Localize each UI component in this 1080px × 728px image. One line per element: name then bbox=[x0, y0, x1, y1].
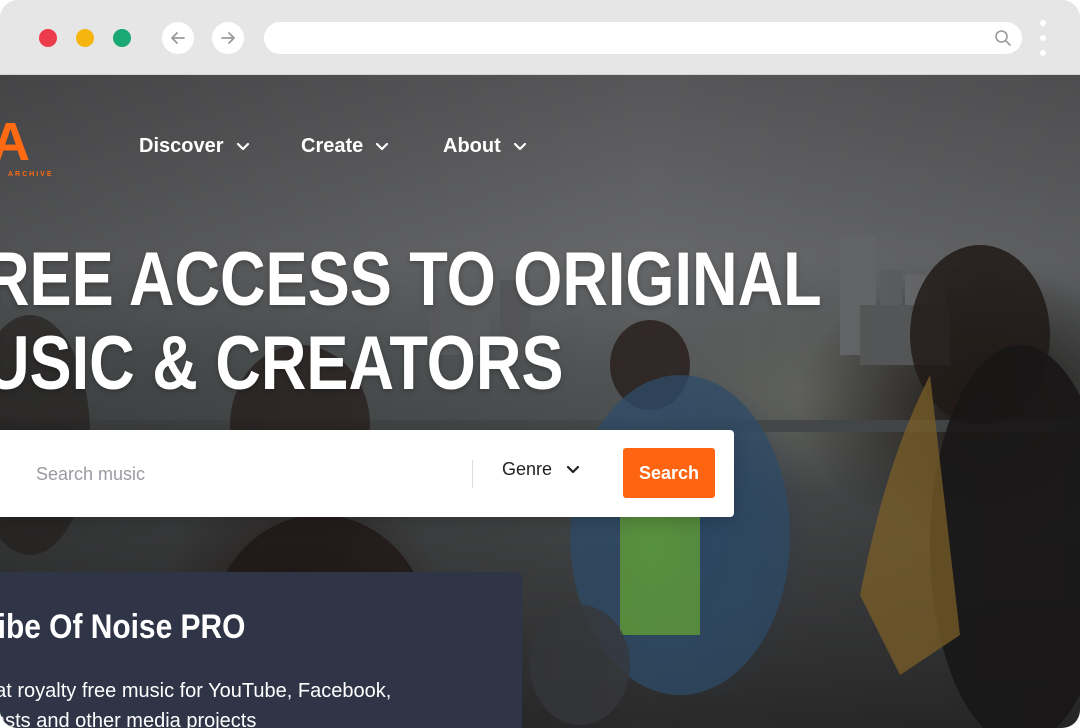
chevron-down-icon bbox=[513, 142, 526, 150]
logo-mark: IA bbox=[0, 112, 30, 172]
nav-item-create[interactable]: Create bbox=[301, 135, 389, 158]
logo-subtext: ARCHIVE bbox=[8, 171, 54, 178]
forward-button[interactable] bbox=[212, 22, 244, 54]
promo-card-text-line-2: casts and other media projects bbox=[0, 710, 257, 728]
nav-item-label: Create bbox=[301, 135, 364, 157]
genre-dropdown[interactable]: Genre bbox=[502, 459, 580, 480]
site-logo[interactable]: IA ARCHIVE bbox=[0, 112, 70, 178]
promo-card-text: eat royalty free music for YouTube, Face… bbox=[0, 676, 424, 728]
hero-headline-line-1: REE ACCESS TO ORIGINAL bbox=[0, 237, 822, 322]
chevron-down-icon bbox=[566, 465, 580, 473]
back-button[interactable] bbox=[162, 22, 194, 54]
music-search-form: Genre Search bbox=[0, 430, 734, 517]
chevron-down-icon bbox=[236, 142, 249, 150]
hero-headline-line-2: USIC & CREATORS bbox=[0, 321, 564, 406]
search-music-input[interactable] bbox=[34, 452, 458, 496]
nav-item-label: Discover bbox=[139, 135, 224, 157]
nav-item-discover[interactable]: Discover bbox=[139, 135, 250, 158]
kebab-menu-icon[interactable] bbox=[1036, 20, 1050, 56]
promo-card-title: ribe Of Noise PRO bbox=[0, 608, 246, 646]
hero-section: IA ARCHIVE Discover Create About REE ACC… bbox=[0, 75, 1080, 728]
promo-card-text-line-1: eat royalty free music for YouTube, Face… bbox=[0, 680, 392, 702]
nav-item-label: About bbox=[443, 135, 501, 157]
close-window-button[interactable] bbox=[39, 29, 57, 47]
address-bar[interactable] bbox=[264, 22, 1022, 56]
nav-item-about[interactable]: About bbox=[443, 135, 527, 158]
search-button[interactable]: Search bbox=[623, 448, 715, 498]
genre-dropdown-label: Genre bbox=[502, 459, 553, 479]
chevron-down-icon bbox=[376, 142, 389, 150]
search-divider bbox=[472, 460, 473, 488]
arrow-left-icon bbox=[171, 32, 185, 44]
browser-window: IA ARCHIVE Discover Create About REE ACC… bbox=[0, 0, 1080, 728]
hero-headline: REE ACCESS TO ORIGINAL USIC & CREATORS bbox=[0, 238, 993, 406]
browser-toolbar bbox=[0, 0, 1080, 75]
arrow-right-icon bbox=[221, 32, 235, 44]
promo-card: ribe Of Noise PRO eat royalty free music… bbox=[0, 572, 522, 728]
url-input[interactable] bbox=[280, 22, 984, 56]
minimize-window-button[interactable] bbox=[76, 29, 94, 47]
search-icon[interactable] bbox=[994, 29, 1012, 47]
maximize-window-button[interactable] bbox=[113, 29, 131, 47]
